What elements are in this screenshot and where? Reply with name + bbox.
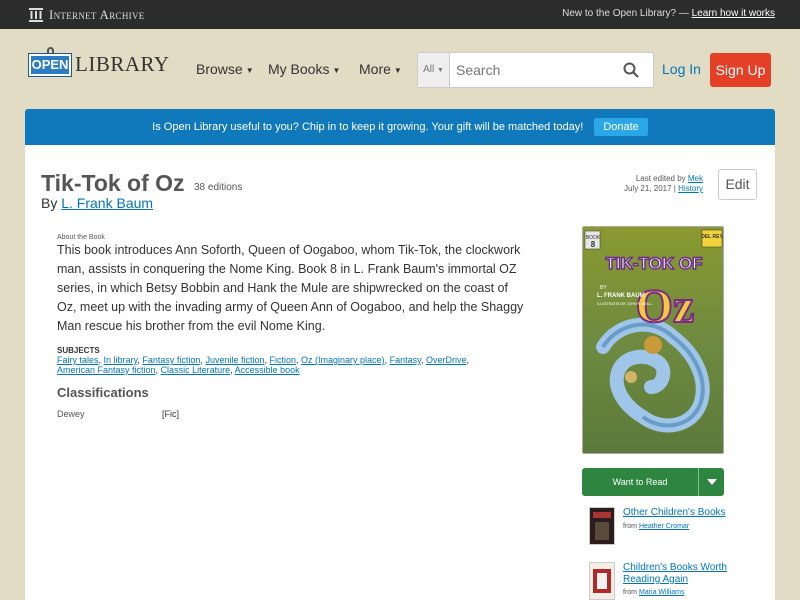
subject-link[interactable]: American Fantasy fiction [57,365,156,375]
list-from-label: from [623,589,637,596]
search-box: All ▼ [417,52,654,88]
want-to-read-label: Want to Read [612,477,668,487]
donate-banner: Is Open Library useful to you? Chip in t… [25,109,775,145]
nav-browse[interactable]: Browse ▼ [196,61,254,77]
nav-my-books[interactable]: My Books ▼ [268,61,340,77]
cover-author: L. FRANK BAUM [597,293,645,299]
archive-building-icon [29,8,43,22]
caret-down-icon: ▼ [332,65,341,75]
open-sign-icon: OPEN [29,47,71,78]
subject-link[interactable]: Oz (Imaginary place) [301,355,385,365]
list-owner: from Maria Williams [623,589,684,596]
cover-by: BY [600,285,607,291]
subjects-list: Fairy tales, In library, Fantasy fiction… [57,355,469,375]
donate-message: Is Open Library useful to you? Chip in t… [152,121,584,133]
list-title-link[interactable]: Children's Books Worth Reading Again [623,562,733,586]
caret-down-icon [707,479,717,485]
cover-title-line1: TIK-TOK OF [606,254,703,273]
edited-prefix: Last edited by [635,174,686,183]
cover-illustration: TIK-TOK OF Oz BOOK 8 DEL REY BY L. FRANK… [583,227,723,453]
subject-link[interactable]: OverDrive [426,355,467,365]
list-from-label: from [623,523,637,530]
search-scope-select[interactable]: All ▼ [418,53,450,87]
list-owner-link[interactable]: Heather Cromar [639,523,689,530]
site-header: OPEN LIBRARY Browse ▼ My Books ▼ More ▼ All… [0,29,800,110]
nav-more[interactable]: More ▼ [359,61,402,77]
book-cover[interactable]: TIK-TOK OF Oz BOOK 8 DEL REY BY L. FRANK… [582,226,724,454]
edited-date: July 21, 2017 | [623,184,676,193]
author-link[interactable]: L. Frank Baum [61,195,153,211]
want-to-read-dropdown[interactable] [698,468,724,496]
byline: By L. Frank Baum [41,195,153,211]
list-title-link[interactable]: Other Children's Books [623,507,733,519]
caret-down-icon: ▼ [245,65,254,75]
internet-archive-bar: Internet Archive New to the Open Library… [0,0,800,29]
book-description: This book introduces Ann Soforth, Queen … [57,243,524,333]
open-library-logo[interactable]: OPEN LIBRARY [29,47,170,78]
caret-down-icon: ▼ [393,65,402,75]
cover-publisher: DEL REY [701,234,723,240]
learn-how-it-works-link[interactable]: Learn how it works [692,8,775,19]
subject-link[interactable]: Fantasy fiction [142,355,200,365]
nav-browse-label: Browse [196,61,243,77]
nav-more-label: More [359,61,391,77]
ia-bar-message: New to the Open Library? — Learn how it … [562,8,775,19]
list-cover-thumbnail[interactable] [589,507,615,545]
logo-library-text: LIBRARY [75,52,170,76]
subject-link[interactable]: Classic Literature [161,365,231,375]
history-link[interactable]: History [678,184,703,193]
subject-link[interactable]: Juvenile fiction [205,355,264,365]
list-cover-thumbnail[interactable] [589,562,615,600]
book-panel: Tik-Tok of Oz 38 editions By L. Frank Ba… [25,145,775,600]
last-edited-info: Last edited by Mek July 21, 2017 | Histo… [624,174,703,194]
ia-bar-prompt: New to the Open Library? — [562,8,689,19]
cover-illustrator: ILLUSTRATED BY JOHN R. NEILL [597,302,652,306]
internet-archive-logo[interactable]: Internet Archive [29,7,145,23]
edit-button[interactable]: Edit [718,169,757,200]
cover-title-line2: Oz [636,280,695,333]
subject-link[interactable]: In library [104,355,138,365]
log-in-link[interactable]: Log In [662,61,701,77]
donate-button[interactable]: Donate [594,118,648,137]
nav-my-books-label: My Books [268,61,330,77]
list-owner: from Heather Cromar [623,523,689,530]
about-book-label: About the Book [57,234,105,241]
dewey-value: [Fic] [162,409,179,419]
subject-link[interactable]: Fairy tales [57,355,99,365]
dewey-label: Dewey [57,409,85,419]
subjects-label: SUBJECTS [57,346,100,355]
search-icon[interactable] [623,62,639,78]
book-title: Tik-Tok of Oz [41,170,185,196]
subject-link[interactable]: Fiction [270,355,297,365]
subject-link[interactable]: Fantasy [390,355,421,365]
want-to-read-button[interactable]: Want to Read [582,468,724,496]
classifications-heading: Classifications [57,385,149,400]
list-owner-link[interactable]: Maria Williams [639,589,685,596]
logo-open-text: OPEN [29,54,71,76]
search-input[interactable] [456,62,616,78]
editor-link[interactable]: Mek [688,174,703,183]
by-label: By [41,195,58,211]
internet-archive-wordmark: Internet Archive [49,7,145,22]
sign-up-button[interactable]: Sign Up [710,53,771,87]
editions-count[interactable]: 38 editions [194,182,242,193]
subject-link[interactable]: Accessible book [235,365,300,375]
cover-book-number: 8 [591,240,596,249]
